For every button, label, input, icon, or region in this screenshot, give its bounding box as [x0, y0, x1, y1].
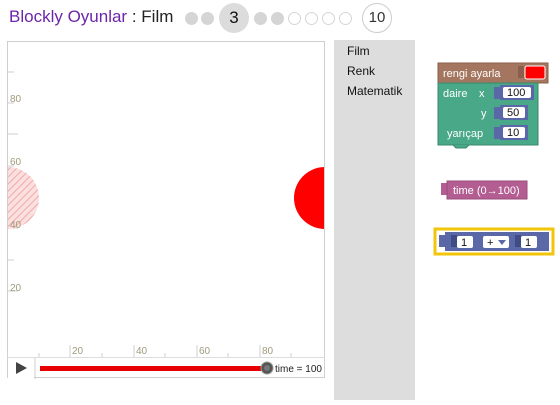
x-tick-label: 40: [136, 346, 148, 357]
x-tick-label: 80: [262, 346, 274, 357]
set-color-block[interactable]: rengi ayarla: [437, 62, 549, 84]
time-block-label: time (0→100): [453, 185, 520, 197]
level-dot-1[interactable]: [185, 12, 198, 25]
scrubber-track[interactable]: [40, 366, 266, 371]
scrubber-svg: time = 100: [8, 358, 322, 379]
page-title: Blockly Oyunlar : Film: [9, 7, 173, 27]
y-tick-label: 60: [10, 157, 22, 168]
math-arithmetic-block[interactable]: 1 + 1: [433, 227, 555, 256]
level-dot-4[interactable]: [254, 12, 267, 25]
math-left-value: 1: [461, 237, 467, 249]
block-workspace[interactable]: rengi ayarla daire x 100 y 50 yarıçap 10: [415, 40, 560, 400]
level-dot-7[interactable]: [305, 12, 318, 25]
y-value: 50: [507, 107, 519, 119]
radius-value: 10: [507, 127, 519, 139]
y-tick-label: 40: [10, 220, 22, 231]
x-tick-label: 60: [199, 346, 211, 357]
y-param-label: y: [481, 108, 487, 120]
toolbox-category-math[interactable]: Matematik: [347, 84, 402, 98]
level-dot-5[interactable]: [271, 12, 284, 25]
time-scrubber: time = 100: [7, 357, 325, 379]
x-param-label: x: [479, 88, 485, 100]
game-name: Film: [141, 7, 174, 26]
level-dot-8[interactable]: [322, 12, 335, 25]
color-swatch[interactable]: [524, 65, 546, 80]
level-dot-6[interactable]: [288, 12, 301, 25]
x-value: 100: [507, 87, 525, 99]
level-dot-2[interactable]: [201, 12, 214, 25]
time-readout: time = 100: [275, 364, 322, 375]
level-last[interactable]: 10: [362, 3, 392, 33]
title-separator: :: [127, 7, 142, 26]
toolbox-category-color[interactable]: Renk: [347, 64, 375, 78]
visualization-svg: 80 60 40 20 20 40 60 80: [8, 71, 324, 357]
visualization-canvas: 80 60 40 20 20 40 60 80: [7, 41, 325, 358]
set-color-label: rengi ayarla: [443, 68, 501, 80]
x-tick-label: 20: [72, 346, 84, 357]
play-button[interactable]: [8, 358, 36, 379]
y-tick-label: 20: [10, 283, 22, 294]
app-name-link[interactable]: Blockly Oyunlar: [9, 7, 127, 26]
workspace-svg: rengi ayarla daire x 100 y 50 yarıçap 10: [433, 62, 555, 256]
y-tick-label: 80: [10, 94, 22, 105]
level-dot-9[interactable]: [339, 12, 352, 25]
time-block[interactable]: time (0→100): [441, 180, 528, 200]
math-operator: +: [487, 237, 493, 249]
radius-param-label: yarıçap: [447, 128, 483, 140]
math-right-value: 1: [525, 237, 531, 249]
toolbox-category-film[interactable]: Film: [347, 44, 370, 58]
circle-label: daire: [443, 88, 467, 100]
toolbox: Film Renk Matematik: [334, 40, 415, 400]
header: Blockly Oyunlar : Film 3 10: [0, 0, 560, 36]
circle-block[interactable]: daire x 100 y 50 yarıçap 10: [437, 82, 539, 149]
user-circle: [294, 167, 324, 229]
level-current[interactable]: 3: [219, 3, 249, 33]
